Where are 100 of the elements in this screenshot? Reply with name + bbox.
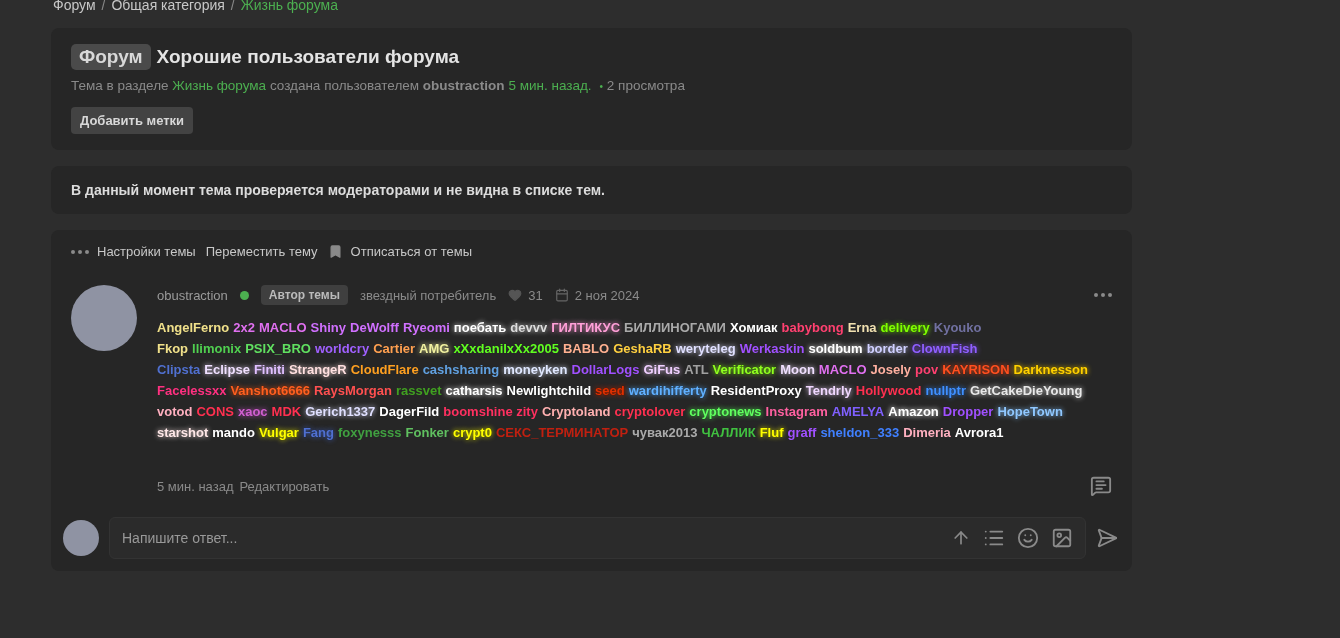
username-link[interactable]: Erna	[847, 319, 877, 337]
username-link[interactable]: Josely	[870, 361, 911, 379]
username-link[interactable]: RaysMorgan	[313, 382, 392, 400]
time-link[interactable]: 5 мин. назад.	[508, 78, 592, 93]
username-link[interactable]: border	[866, 340, 908, 358]
username-link[interactable]: Fkop	[157, 340, 189, 358]
username-link[interactable]: starshot	[157, 424, 209, 442]
reply-comment-button[interactable]	[1090, 475, 1112, 497]
username-link[interactable]: Gerich1337	[305, 403, 376, 421]
image-icon[interactable]	[1051, 527, 1073, 549]
username-link[interactable]: Ryeomi	[402, 319, 450, 337]
username-link[interactable]: mando	[212, 424, 255, 442]
send-button[interactable]	[1096, 527, 1118, 549]
username-link[interactable]: HopeTown	[997, 403, 1063, 421]
username-link[interactable]: Dimeria	[903, 424, 951, 442]
username-link[interactable]: devvv	[510, 319, 548, 337]
username-link[interactable]: Darknesson	[1013, 361, 1088, 379]
username-link[interactable]: CONS	[196, 403, 234, 421]
username-link[interactable]: Dropper	[942, 403, 994, 421]
username-link[interactable]: KAYRISON	[942, 361, 1010, 379]
username-link[interactable]: cashsharing	[422, 361, 500, 379]
username-link[interactable]: Werkaskin	[739, 340, 805, 358]
username-link[interactable]: DollarLogs	[571, 361, 640, 379]
username-link[interactable]: AngelFerno	[157, 319, 230, 337]
username-link[interactable]: rassvet	[395, 382, 442, 400]
username-link[interactable]: GetCakeDieYoung	[969, 382, 1083, 400]
username-link[interactable]: чувак2013	[632, 424, 698, 442]
username-link[interactable]: StrangeR	[288, 361, 347, 379]
username-link[interactable]: weryteleg	[675, 340, 736, 358]
username-link[interactable]: Hollywood	[855, 382, 922, 400]
username-link[interactable]: GiFus	[643, 361, 681, 379]
username-link[interactable]: поебать	[453, 319, 507, 337]
username-link[interactable]: nullptr	[925, 382, 966, 400]
username-link[interactable]: Facelessxx	[157, 382, 227, 400]
more-button[interactable]	[1094, 293, 1112, 297]
username-link[interactable]: BABLO	[562, 340, 610, 358]
username-link[interactable]: sheldon_333	[820, 424, 900, 442]
username-link[interactable]: MACLO	[818, 361, 867, 379]
username-link[interactable]: Cryptoland	[541, 403, 611, 421]
username-link[interactable]: boomshine zity	[443, 403, 538, 421]
username-link[interactable]: catharsis	[445, 382, 503, 400]
username-link[interactable]: ГИЛТИКУС	[551, 319, 621, 337]
username-link[interactable]: soldbum	[808, 340, 863, 358]
username-link[interactable]: ClownFish	[911, 340, 978, 358]
username-link[interactable]: moneyken	[503, 361, 568, 379]
username-link[interactable]: Хомиак	[729, 319, 778, 337]
username-link[interactable]: MACLO	[258, 319, 307, 337]
edit-link[interactable]: Редактировать	[239, 478, 330, 494]
username-link[interactable]: Moon	[780, 361, 815, 379]
username-link[interactable]: pov	[915, 361, 939, 379]
topic-action-link[interactable]: Отписаться от темы	[327, 244, 473, 259]
username-link[interactable]: DagerFild	[379, 403, 440, 421]
username-link[interactable]: wardihifferty	[628, 382, 707, 400]
username-link[interactable]: AMG	[419, 340, 450, 358]
reply-editor[interactable]: Напишите ответ...	[109, 517, 1086, 559]
username-link[interactable]: Amazon	[888, 403, 939, 421]
username-link[interactable]: Vulgar	[258, 424, 299, 442]
username-link[interactable]: llimonix	[192, 340, 242, 358]
username-link[interactable]: GeshaRB	[613, 340, 672, 358]
breadcrumb-link[interactable]: Жизнь форума	[240, 0, 338, 13]
username-link[interactable]: Shiny	[310, 319, 346, 337]
author-name[interactable]: obustraction	[157, 287, 228, 303]
username-link[interactable]: AMELYA	[831, 403, 885, 421]
username-link[interactable]: crypt0	[452, 424, 492, 442]
username-link[interactable]: cryptonews	[689, 403, 762, 421]
username-link[interactable]: xaoc	[237, 403, 268, 421]
username-link[interactable]: ЧАЛЛИК	[701, 424, 756, 442]
add-tags-button[interactable]: Добавить метки	[71, 107, 194, 134]
username-link[interactable]: votod	[157, 403, 193, 421]
username-link[interactable]: Newlightchild	[506, 382, 592, 400]
username-link[interactable]: Verificator	[712, 361, 777, 379]
username-link[interactable]: 2x2	[233, 319, 255, 337]
section-link[interactable]: Жизнь форума	[172, 78, 267, 93]
username-link[interactable]: Fluf	[759, 424, 784, 442]
username-link[interactable]: CloudFlare	[350, 361, 419, 379]
username-link[interactable]: ATL	[684, 361, 709, 379]
username-link[interactable]: delivery	[880, 319, 930, 337]
username-link[interactable]: Finiti	[253, 361, 285, 379]
username-link[interactable]: Avrora1	[954, 424, 1004, 442]
username-link[interactable]: worldcry	[314, 340, 370, 358]
username-link[interactable]: Cartier	[373, 340, 416, 358]
topic-action-link[interactable]: Переместить тему	[205, 244, 318, 259]
username-link[interactable]: cryptolover	[614, 403, 686, 421]
breadcrumb-link[interactable]: Форум	[53, 0, 96, 13]
username-link[interactable]: Tendrly	[805, 382, 852, 400]
username-link[interactable]: Eclipse	[204, 361, 250, 379]
username-link[interactable]: Instagram	[765, 403, 828, 421]
reply-input-field[interactable]: Напишите ответ...	[120, 529, 939, 547]
username-link[interactable]: babybong	[781, 319, 844, 337]
username-link[interactable]: MDK	[271, 403, 302, 421]
username-link[interactable]: graff	[787, 424, 817, 442]
username-link[interactable]: xXxdanilxXx2005	[453, 340, 559, 358]
topic-action-link[interactable]: Настройки темы	[71, 244, 196, 259]
username-link[interactable]: Fonker	[405, 424, 449, 442]
username-link[interactable]: Vanshot6666	[230, 382, 310, 400]
emoji-icon[interactable]	[1017, 527, 1039, 549]
username-link[interactable]: foxynesss	[337, 424, 402, 442]
username-link[interactable]: ResidentProxy	[710, 382, 802, 400]
breadcrumb-link[interactable]: Общая категория	[111, 0, 225, 13]
username-link[interactable]: PSIX_BRO	[245, 340, 311, 358]
